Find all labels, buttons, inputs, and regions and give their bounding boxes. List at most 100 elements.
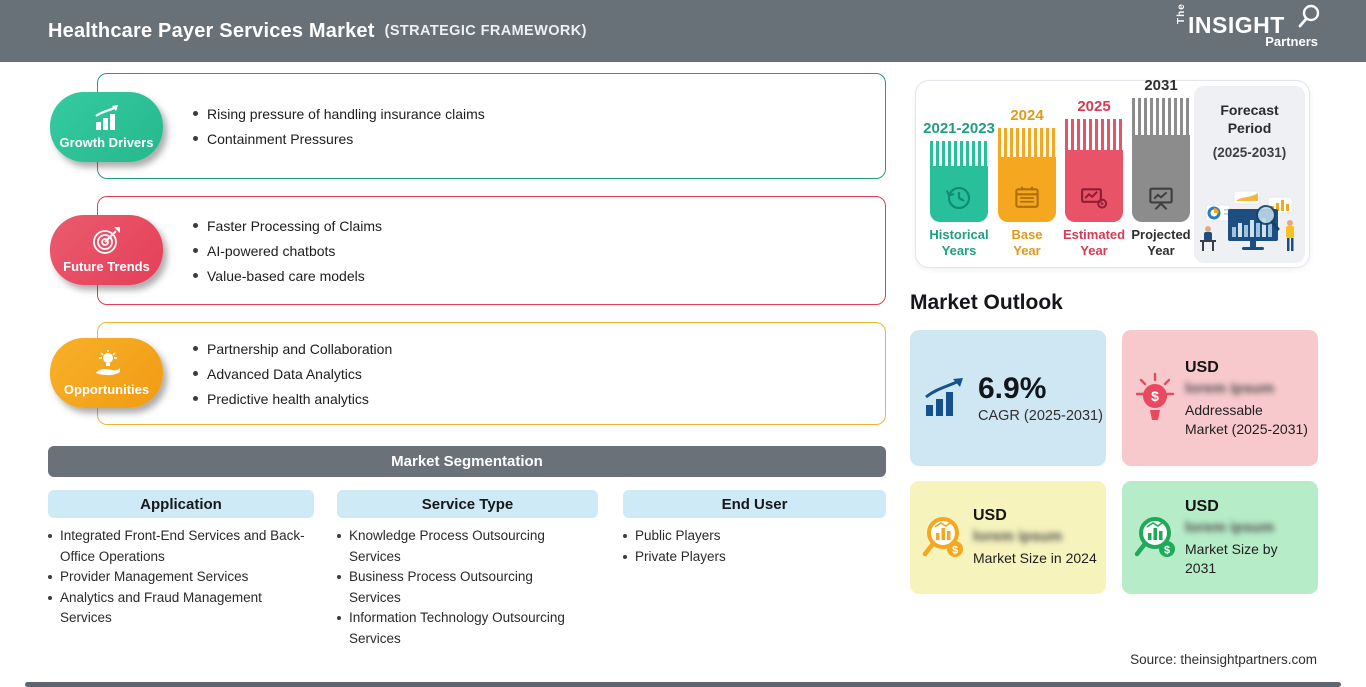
- future-trends-list: Faster Processing of Claims AI-powered c…: [193, 197, 382, 304]
- bar-stripes: [930, 141, 988, 166]
- analytics-gear-icon: [1081, 188, 1108, 209]
- list-item-text: Advanced Data Analytics: [207, 365, 362, 382]
- dollar-bulb-icon: $: [1135, 372, 1175, 420]
- bullet-dot: [193, 370, 198, 376]
- timeline-bar-projected: 2031 Projected Year: [1131, 77, 1190, 261]
- currency-label: USD: [1185, 497, 1219, 515]
- list-item: Private Players: [623, 547, 883, 568]
- forecast-period-panel: Forecast Period (2025-2031): [1194, 86, 1305, 263]
- list-item: Rising pressure of handling insurance cl…: [193, 106, 485, 122]
- list-item-text: Integrated Front-End Services and Back-O…: [60, 528, 305, 564]
- magnifier-chart-icon: $: [922, 516, 963, 557]
- page-title: Healthcare Payer Services Market: [48, 19, 375, 42]
- list-item-text: Provider Management Services: [60, 569, 249, 584]
- forecast-period-title: Forecast Period: [1220, 102, 1279, 136]
- segment-header-service-type: Service Type: [337, 490, 598, 518]
- future-trends-badge: Future Trends: [50, 215, 163, 285]
- list-item: Faster Processing of Claims: [193, 218, 382, 234]
- list-item: Analytics and Fraud Management Services: [48, 588, 306, 629]
- opportunities-list: Partnership and Collaboration Advanced D…: [193, 323, 392, 424]
- list-item: Provider Management Services: [48, 567, 306, 588]
- presentation-chart-icon: [1149, 187, 1173, 210]
- market-size-2024-card: $ USD lorem ipsum Market Size in 2024: [910, 481, 1106, 594]
- cagr-value: 6.9%: [978, 371, 1047, 405]
- list-item: Knowledge Process Outsourcing Services: [337, 526, 585, 567]
- infographic-canvas: Healthcare Payer Services Market (STRATE…: [0, 0, 1366, 687]
- list-item-text: Knowledge Process Outsourcing Services: [349, 528, 545, 564]
- bar-solid: [1132, 135, 1190, 222]
- card-label: Addressable Market (2025-2031): [1185, 402, 1308, 437]
- opportunities-box: Partnership and Collaboration Advanced D…: [97, 322, 886, 425]
- market-segmentation-header: Market Segmentation: [48, 446, 886, 477]
- bullet-dot: [48, 595, 52, 600]
- forecast-period-range: (2025-2031): [1212, 145, 1287, 160]
- list-item: Predictive health analytics: [193, 391, 392, 407]
- list-item-text: Business Process Outsourcing Services: [349, 569, 533, 605]
- card-text: USD lorem ipsum Market Size in 2024: [973, 481, 1097, 594]
- bullet-dot: [337, 534, 341, 538]
- list-item: Integrated Front-End Services and Back-O…: [48, 526, 306, 567]
- bar-year-label: 2024: [1010, 107, 1044, 124]
- badge-label: Growth Drivers: [59, 135, 154, 150]
- list-item: Advanced Data Analytics: [193, 366, 392, 382]
- list-item-text: Public Players: [635, 528, 721, 543]
- bar-label: Estimated Year: [1062, 227, 1126, 258]
- card-text: USD lorem ipsum Market Size by 2031: [1185, 481, 1309, 594]
- bullet-dot: [337, 575, 341, 579]
- svg-text:$: $: [1151, 388, 1159, 404]
- source-attribution: Source: theinsightpartners.com: [1130, 652, 1317, 667]
- bar-stripes: [998, 128, 1056, 157]
- list-item: Value-based care models: [193, 268, 382, 284]
- badge-label: Future Trends: [63, 259, 150, 274]
- blurred-value: lorem ipsum: [1185, 518, 1275, 536]
- market-outlook-title: Market Outlook: [910, 291, 1063, 314]
- bullet-dot: [193, 222, 198, 228]
- application-list: Integrated Front-End Services and Back-O…: [48, 526, 306, 629]
- segment-header-application: Application: [48, 490, 314, 518]
- cagr-card: 6.9% CAGR (2025-2031): [910, 330, 1106, 466]
- cagr-label: CAGR (2025-2031): [978, 407, 1103, 424]
- svg-text:$: $: [952, 544, 958, 556]
- service-type-list: Knowledge Process Outsourcing Services B…: [337, 526, 585, 649]
- badge-label: Opportunities: [63, 382, 150, 397]
- list-item-text: Analytics and Fraud Management Services: [60, 589, 262, 626]
- addressable-market-card: $ USD lorem ipsum Addressable Market (20…: [1122, 330, 1318, 466]
- list-item: Containment Pressures: [193, 131, 485, 147]
- bar-estimated: [1065, 119, 1123, 222]
- list-item-text: Private Players: [635, 548, 726, 564]
- list-item: AI-powered chatbots: [193, 243, 382, 259]
- magnifier-chart-icon: $: [1134, 516, 1175, 557]
- bottom-divider-bar: [25, 682, 1341, 687]
- bullet-dot: [193, 135, 198, 141]
- bullet-dot: [623, 554, 627, 559]
- logo-partners-text: Partners: [1265, 34, 1318, 49]
- card-label: Market Size in 2024: [973, 550, 1097, 566]
- end-user-list: Public Players Private Players: [623, 526, 883, 567]
- header-bar: Healthcare Payer Services Market (STRATE…: [0, 0, 1366, 62]
- list-item: Information Technology Outsourcing Servi…: [337, 608, 585, 649]
- bullet-dot: [193, 110, 198, 116]
- bullet-dot: [193, 247, 198, 253]
- bar-base: [998, 128, 1056, 222]
- page-subtitle: (STRATEGIC FRAMEWORK): [384, 23, 587, 39]
- list-item: Business Process Outsourcing Services: [337, 567, 585, 608]
- bar-projected: [1132, 98, 1190, 222]
- bar-label: Base Year: [1011, 227, 1043, 258]
- insight-partners-logo: The INSIGHT Partners: [1176, 3, 1320, 52]
- growth-chart-icon: [94, 105, 118, 130]
- blurred-value: lorem ipsum: [973, 528, 1063, 545]
- list-item-text: Information Technology Outsourcing Servi…: [349, 610, 565, 646]
- bar-label: Historical Years: [929, 227, 989, 258]
- opportunities-badge: Opportunities: [50, 338, 163, 408]
- bullet-dot: [48, 575, 52, 579]
- list-item-text: Predictive health analytics: [207, 390, 369, 407]
- forecast-timeline-card: 2021-2023 Historical Years 2024 Base Yea…: [915, 77, 1310, 268]
- timeline-bar-estimated: 2025 Estimated Year: [1062, 98, 1126, 261]
- list-item-text: Value-based care models: [207, 267, 365, 284]
- svg-text:$: $: [1164, 544, 1170, 556]
- currency-label: USD: [973, 507, 1007, 524]
- currency-label: USD: [1185, 359, 1219, 376]
- list-item-text: Faster Processing of Claims: [207, 217, 383, 234]
- magnifier-icon: [1298, 4, 1320, 28]
- bar-year-label: 2031: [1144, 77, 1178, 94]
